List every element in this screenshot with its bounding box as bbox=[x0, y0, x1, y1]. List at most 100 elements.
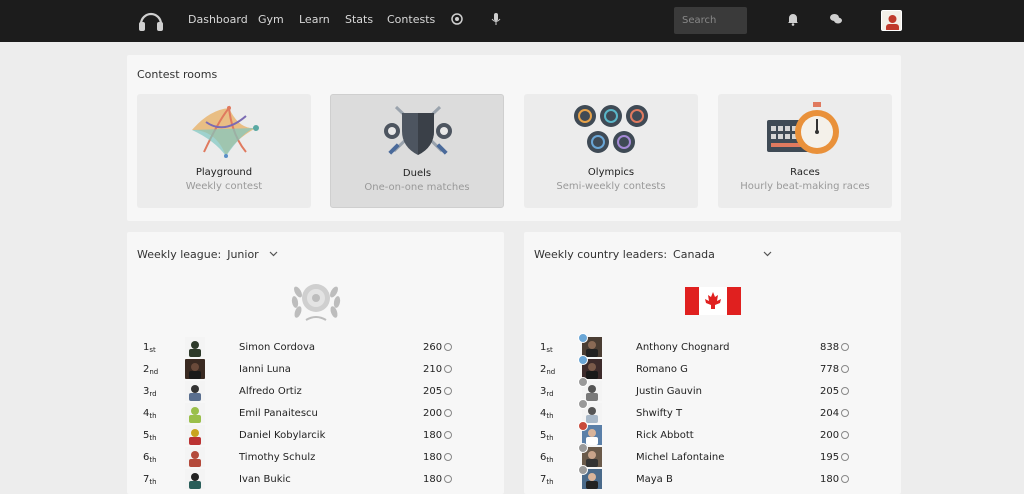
coin-icon bbox=[444, 365, 453, 373]
score: 180 bbox=[423, 430, 453, 441]
coin-icon bbox=[444, 343, 453, 351]
league-header: Weekly league: Junior bbox=[137, 248, 259, 261]
nav-stats[interactable]: Stats bbox=[345, 13, 373, 26]
user-avatar[interactable] bbox=[881, 10, 902, 31]
avatar[interactable] bbox=[578, 399, 602, 423]
player-name[interactable]: Justin Gauvin bbox=[636, 386, 702, 397]
room-card-olympics[interactable]: Olympics Semi-weekly contests bbox=[524, 94, 698, 208]
headphones-logo-icon[interactable] bbox=[137, 8, 165, 34]
coin-icon bbox=[841, 431, 850, 439]
avatar[interactable] bbox=[185, 381, 205, 401]
avatar[interactable] bbox=[578, 421, 602, 445]
coin-icon bbox=[841, 387, 850, 395]
nav-contests[interactable]: Contests bbox=[387, 13, 435, 26]
player-name[interactable]: Daniel Kobylarcik bbox=[239, 430, 325, 441]
avatar[interactable] bbox=[185, 469, 205, 489]
canada-flag-icon bbox=[685, 287, 741, 315]
league-row[interactable]: 3rd Alfredo Ortiz 205 bbox=[127, 381, 504, 403]
chevron-down-icon[interactable] bbox=[269, 249, 278, 258]
contest-rooms-panel: Contest rooms Playground Weekly contest bbox=[127, 55, 901, 221]
player-name[interactable]: Simon Cordova bbox=[239, 342, 315, 353]
player-name[interactable]: Emil Panaitescu bbox=[239, 408, 318, 419]
country-label: Weekly country leaders: bbox=[534, 248, 668, 261]
league-row[interactable]: 1st Simon Cordova 260 bbox=[127, 337, 504, 359]
room-card-duels[interactable]: Duels One-on-one matches bbox=[330, 94, 504, 208]
search-input[interactable] bbox=[674, 7, 747, 34]
player-name[interactable]: Rick Abbott bbox=[636, 430, 694, 441]
score: 200 bbox=[423, 408, 453, 419]
rank: 6th bbox=[540, 452, 554, 464]
room-card-races[interactable]: Races Hourly beat-making races bbox=[718, 94, 892, 208]
avatar[interactable] bbox=[185, 337, 205, 357]
room-subtitle: Weekly contest bbox=[185, 181, 263, 192]
country-flag bbox=[524, 276, 901, 326]
league-row[interactable]: 7th Ivan Bukic 180 bbox=[127, 469, 504, 491]
country-header: Weekly country leaders: Canada bbox=[534, 248, 715, 261]
country-select[interactable]: Canada bbox=[673, 248, 715, 261]
room-card-playground[interactable]: Playground Weekly contest bbox=[137, 94, 311, 208]
score: 205 bbox=[820, 386, 850, 397]
coin-icon bbox=[841, 409, 850, 417]
player-name[interactable]: Michel Lafontaine bbox=[636, 452, 724, 463]
olympic-rings-icon bbox=[574, 105, 648, 153]
user-avatar-image bbox=[882, 11, 901, 30]
score: 195 bbox=[820, 452, 850, 463]
avatar[interactable] bbox=[578, 443, 602, 467]
rank: 2nd bbox=[143, 364, 159, 376]
room-name: Races bbox=[790, 167, 820, 178]
league-row[interactable]: 4th Emil Panaitescu 200 bbox=[127, 403, 504, 425]
league-row[interactable]: 6th Timothy Schulz 180 bbox=[127, 447, 504, 469]
player-name[interactable]: Ivan Bukic bbox=[239, 474, 291, 485]
weekly-league-panel: Weekly league: Junior 1st Simon Cordova 2… bbox=[127, 232, 504, 494]
chevron-down-icon[interactable] bbox=[763, 249, 772, 258]
player-name[interactable]: Shwifty T bbox=[636, 408, 682, 419]
avatar[interactable] bbox=[578, 377, 602, 401]
avatar[interactable] bbox=[578, 465, 602, 489]
score: 260 bbox=[423, 342, 453, 353]
rank: 1st bbox=[143, 342, 156, 354]
laurel-medal-icon bbox=[291, 284, 341, 321]
room-name: Olympics bbox=[587, 167, 635, 178]
score: 778 bbox=[820, 364, 850, 375]
room-subtitle: One-on-one matches bbox=[364, 182, 470, 193]
avatar[interactable] bbox=[578, 355, 602, 379]
playground-icon bbox=[192, 105, 259, 158]
country-leaders-panel: Weekly country leaders: Canada 1st Anthon… bbox=[524, 232, 901, 494]
chat-icon[interactable] bbox=[829, 12, 843, 26]
player-name[interactable]: Alfredo Ortiz bbox=[239, 386, 302, 397]
player-name[interactable]: Anthony Chognard bbox=[636, 342, 730, 353]
top-navbar: Dashboard Gym Learn Stats Contests bbox=[0, 0, 1024, 42]
player-name[interactable]: Ianni Luna bbox=[239, 364, 291, 375]
rank: 1st bbox=[540, 342, 553, 354]
avatar[interactable] bbox=[185, 425, 205, 445]
rank: 2nd bbox=[540, 364, 556, 376]
coin-icon bbox=[841, 365, 850, 373]
avatar[interactable] bbox=[185, 403, 205, 423]
player-name[interactable]: Romano G bbox=[636, 364, 688, 375]
avatar[interactable] bbox=[185, 359, 205, 379]
country-row[interactable]: 7th Maya B 180 bbox=[524, 465, 901, 491]
league-row[interactable]: 5th Daniel Kobylarcik 180 bbox=[127, 425, 504, 447]
rank: 5th bbox=[143, 430, 157, 442]
avatar[interactable] bbox=[185, 447, 205, 467]
microphone-icon[interactable] bbox=[489, 12, 503, 26]
nav-gym[interactable]: Gym bbox=[258, 13, 284, 26]
nav-dashboard[interactable]: Dashboard bbox=[188, 13, 248, 26]
player-name[interactable]: Maya B bbox=[636, 474, 673, 485]
league-badge bbox=[127, 276, 504, 326]
level-badge-icon bbox=[578, 399, 588, 409]
rank: 7th bbox=[143, 474, 157, 486]
coin-icon bbox=[444, 475, 453, 483]
score: 838 bbox=[820, 342, 850, 353]
league-select[interactable]: Junior bbox=[227, 248, 259, 261]
rank: 7th bbox=[540, 474, 554, 486]
coin-icon bbox=[444, 409, 453, 417]
player-name[interactable]: Timothy Schulz bbox=[239, 452, 315, 463]
coin-icon bbox=[444, 453, 453, 461]
avatar[interactable] bbox=[578, 333, 602, 357]
league-row[interactable]: 2nd Ianni Luna 210 bbox=[127, 359, 504, 381]
bell-icon[interactable] bbox=[786, 12, 800, 26]
level-badge-icon bbox=[578, 333, 588, 343]
record-icon[interactable] bbox=[450, 12, 464, 26]
nav-learn[interactable]: Learn bbox=[299, 13, 330, 26]
